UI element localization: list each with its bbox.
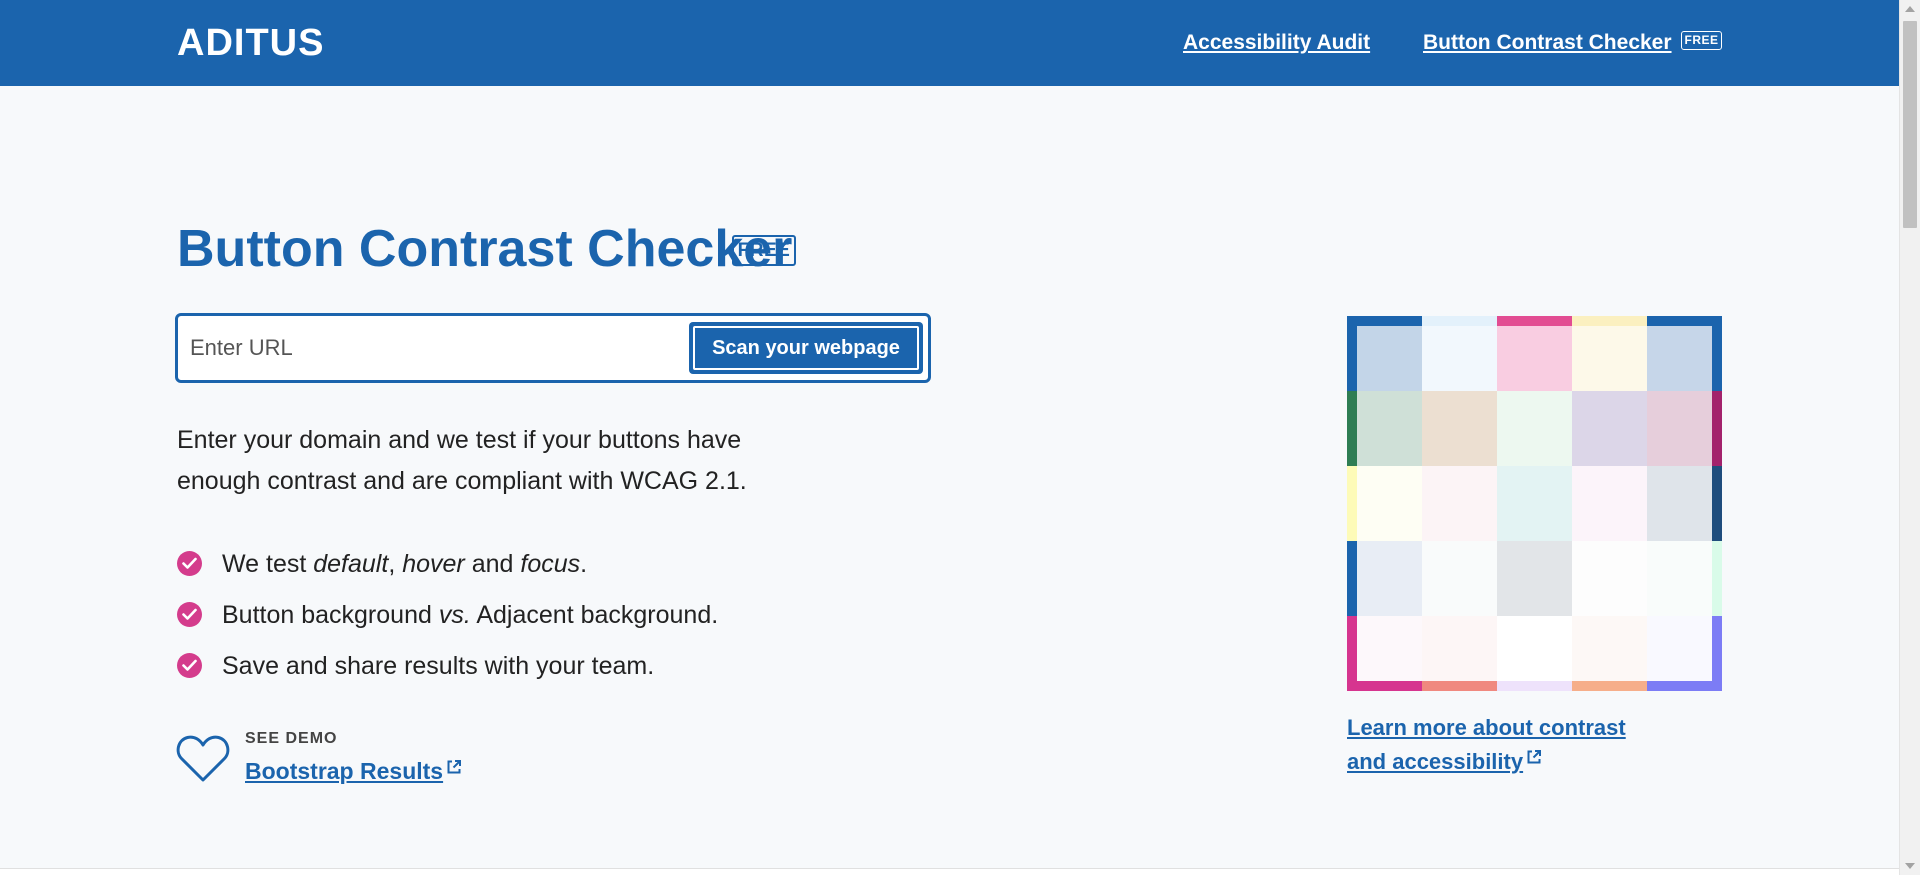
feature-item: Button background vs. Adjacent backgroun…: [177, 593, 718, 644]
mosaic-border-top: [1347, 316, 1422, 326]
mosaic-border-top: [1497, 316, 1572, 326]
mosaic-tile: [1422, 391, 1497, 466]
mosaic-tile: [1572, 391, 1647, 466]
nav-free-badge: FREE: [1681, 31, 1722, 50]
mosaic-tile: [1647, 391, 1722, 466]
scan-button[interactable]: Scan your webpage: [689, 322, 923, 374]
nav-accessibility-audit[interactable]: Accessibility Audit: [1183, 30, 1370, 56]
mosaic-tile: [1347, 391, 1422, 466]
mosaic-border-right: [1712, 616, 1722, 691]
mosaic-border-bottom: [1497, 681, 1572, 691]
mosaic-tile: [1422, 466, 1497, 541]
mosaic-border-left: [1347, 616, 1357, 691]
feature-text: Save and share results with your team.: [222, 644, 654, 688]
check-icon: [177, 653, 202, 678]
feature-text-part: Button background: [222, 601, 439, 629]
mosaic-tile: [1422, 316, 1497, 391]
feature-emphasis: default: [313, 550, 389, 578]
check-icon: [177, 602, 202, 627]
url-input[interactable]: [190, 326, 670, 370]
page-title: Button Contrast Checker: [177, 220, 793, 278]
feature-list: We test default, hover and focus. Button …: [177, 542, 718, 695]
page-bottom-edge: [0, 868, 1899, 875]
mosaic-border-bottom: [1347, 681, 1422, 691]
mosaic-border-top: [1572, 316, 1647, 326]
see-demo-label: SEE DEMO: [245, 730, 338, 747]
mosaic-border-left: [1347, 391, 1357, 466]
mosaic-tile: [1647, 616, 1722, 691]
mosaic-tile: [1347, 316, 1422, 391]
mosaic-border-right: [1712, 316, 1722, 391]
mosaic-tile: [1647, 541, 1722, 616]
mosaic-tile: [1422, 616, 1497, 691]
mosaic-border-left: [1347, 316, 1357, 391]
page: ADITUS Accessibility Audit Button Contra…: [0, 0, 1899, 868]
scroll-thumb[interactable]: [1903, 21, 1917, 228]
mosaic-border-top: [1647, 316, 1722, 326]
learn-more-link[interactable]: Learn more about contrast and accessibil…: [1347, 711, 1647, 779]
external-link-icon: [1527, 750, 1542, 764]
feature-text-part: .: [580, 550, 588, 578]
site-header: ADITUS Accessibility Audit Button Contra…: [0, 0, 1899, 86]
mosaic-border-bottom: [1572, 681, 1647, 691]
mosaic-tile: [1647, 316, 1722, 391]
feature-emphasis: hover: [402, 550, 465, 578]
description: Enter your domain and we test if your bu…: [177, 426, 747, 495]
scroll-down-arrow-icon[interactable]: [1905, 863, 1915, 869]
url-form: Scan your webpage: [175, 313, 931, 383]
mosaic-border-top: [1422, 316, 1497, 326]
mosaic-border-right: [1712, 466, 1722, 541]
mosaic-border-right: [1712, 541, 1722, 616]
bootstrap-results-label: Bootstrap Results: [245, 758, 444, 784]
feature-text-part: ,: [388, 550, 403, 578]
feature-emphasis: focus: [520, 550, 581, 578]
mosaic-tile: [1497, 541, 1572, 616]
free-badge: FREE: [732, 235, 796, 266]
feature-emphasis: vs.: [438, 601, 471, 629]
mosaic-tile: [1497, 466, 1572, 541]
feature-text-part: We test: [222, 550, 314, 578]
mosaic-border-bottom: [1422, 681, 1497, 691]
mosaic-tile: [1572, 316, 1647, 391]
aditus-logo[interactable]: ADITUS: [177, 22, 324, 64]
scroll-up-arrow-icon[interactable]: [1905, 6, 1915, 12]
feature-item: We test default, hover and focus.: [177, 542, 718, 593]
mosaic-tile: [1647, 466, 1722, 541]
nav-button-contrast-checker[interactable]: Button Contrast Checker: [1423, 30, 1672, 56]
mosaic-border-bottom: [1647, 681, 1722, 691]
mosaic-tile: [1347, 616, 1422, 691]
feature-text: Button background vs. Adjacent backgroun…: [222, 593, 718, 637]
mosaic-tile: [1497, 316, 1572, 391]
mosaic-border-right: [1712, 391, 1722, 466]
vertical-scrollbar[interactable]: [1899, 0, 1920, 875]
external-link-icon: [447, 760, 462, 774]
bootstrap-results-link[interactable]: Bootstrap Results: [245, 756, 462, 786]
feature-item: Save and share results with your team.: [177, 644, 718, 695]
learn-more-label: Learn more about contrast and accessibil…: [1347, 715, 1626, 774]
check-icon: [177, 551, 202, 576]
mosaic-border-left: [1347, 541, 1357, 616]
contrast-mosaic-illustration: [1347, 316, 1722, 691]
mosaic-tile: [1347, 466, 1422, 541]
mosaic-tile: [1497, 391, 1572, 466]
scan-button-label: Scan your webpage: [693, 326, 919, 370]
mosaic-border-left: [1347, 466, 1357, 541]
mosaic-tile: [1347, 541, 1422, 616]
feature-text-part: Adjacent background.: [470, 601, 719, 629]
mosaic-tile: [1572, 541, 1647, 616]
heart-icon: [176, 735, 230, 782]
mosaic-tile: [1572, 616, 1647, 691]
mosaic-tile: [1497, 616, 1572, 691]
feature-text-part: and: [464, 550, 521, 578]
feature-text-part: Save and share results with your team.: [222, 652, 655, 680]
feature-text: We test default, hover and focus.: [222, 542, 587, 586]
mosaic-tile: [1572, 466, 1647, 541]
mosaic-tile: [1422, 541, 1497, 616]
